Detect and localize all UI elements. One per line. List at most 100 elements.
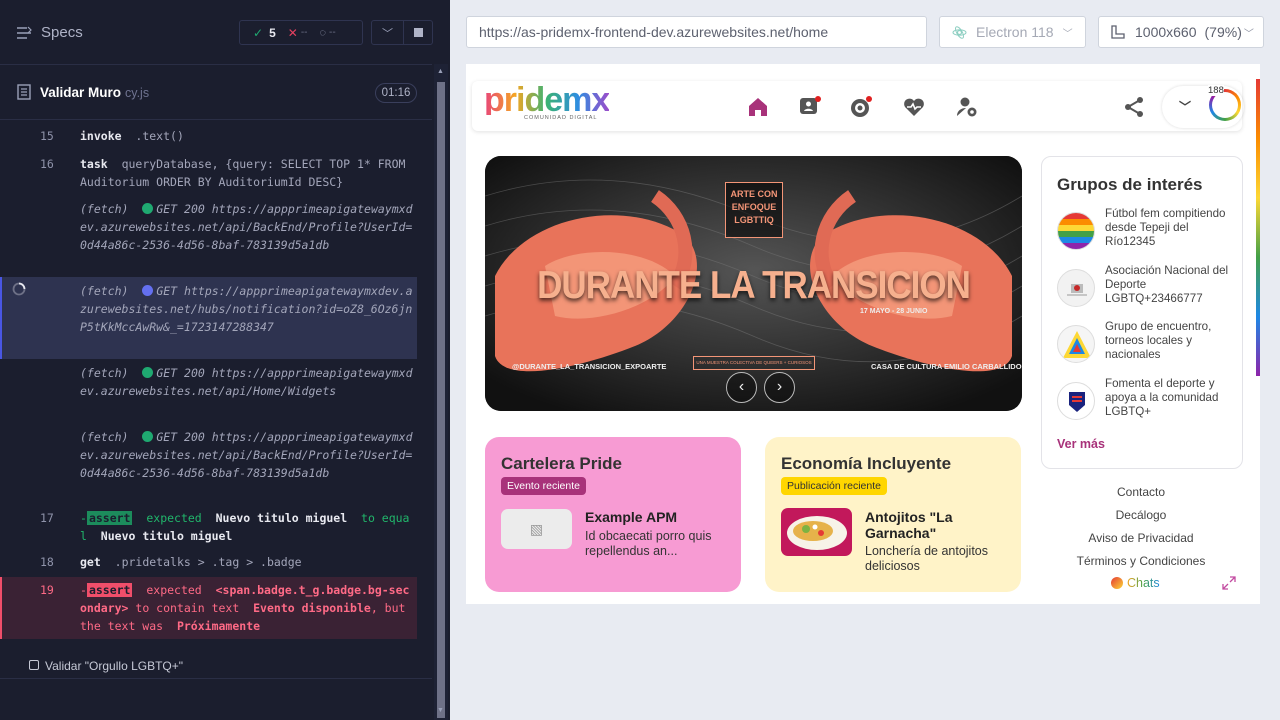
command-method: GET 200 bbox=[156, 366, 205, 380]
image-placeholder-icon: ▧ bbox=[501, 509, 572, 549]
hero-venue: CASA DE CULTURA EMILIO CARBALLIDO bbox=[871, 362, 1022, 371]
chat-user-icon[interactable] bbox=[798, 95, 822, 119]
command-row-failed[interactable]: 19 - assert expected <span.badge.t_g.badg… bbox=[0, 577, 417, 639]
card-item-title[interactable]: Example APM bbox=[585, 509, 677, 525]
expand-icon[interactable] bbox=[1222, 576, 1236, 590]
command-number: 19 bbox=[40, 583, 54, 597]
chevron-right-icon: › bbox=[776, 378, 783, 395]
economia-incluyente-card[interactable]: Economía Incluyente Publicación reciente… bbox=[765, 437, 1021, 592]
group-item[interactable]: Fomenta el deporte y apoya a la comunida… bbox=[1057, 377, 1237, 423]
chevron-down-icon: ﹀ bbox=[382, 27, 393, 40]
command-name: (fetch) bbox=[80, 202, 129, 216]
run-duration: 01:16 bbox=[375, 83, 417, 103]
group-item[interactable]: Asociación Nacional del Deporte LGBTQ+23… bbox=[1057, 264, 1237, 310]
viewport-size: 1000x660 bbox=[1135, 24, 1197, 40]
command-url: https://appprimeapigatewaymxdev.azureweb… bbox=[80, 366, 413, 398]
community-icon[interactable] bbox=[849, 95, 873, 119]
command-name: (fetch) bbox=[80, 430, 129, 444]
file-icon bbox=[17, 84, 31, 100]
assert-value: Nuevo titulo miguel bbox=[215, 511, 348, 525]
status-dot-icon bbox=[142, 431, 154, 442]
footer-terms-link[interactable]: Términos y Condiciones bbox=[1041, 554, 1241, 568]
profile-menu[interactable]: ﹀ 188 bbox=[1162, 85, 1244, 128]
assert-value: Próximamente bbox=[176, 619, 261, 633]
command-url: https://appprimeapigatewaymxdev.azureweb… bbox=[80, 284, 413, 334]
command-url: https://appprimeapigatewaymxdev.azureweb… bbox=[80, 430, 413, 480]
group-description: Fomenta el deporte y apoya a la comunida… bbox=[1105, 377, 1219, 418]
card-title: Cartelera Pride bbox=[501, 454, 622, 473]
see-more-link[interactable]: Ver más bbox=[1057, 437, 1105, 451]
viewport-selector[interactable]: 1000x660 (79%) ﹀ bbox=[1098, 16, 1264, 48]
command-name: assert bbox=[86, 511, 133, 525]
user-settings-icon[interactable] bbox=[955, 95, 979, 119]
food-photo bbox=[781, 508, 852, 556]
test-status-icon bbox=[29, 660, 39, 670]
scroll-down-icon: ▼ bbox=[437, 707, 444, 714]
chevron-left-icon: ‹ bbox=[738, 378, 745, 395]
assert-value: Evento disponible bbox=[253, 601, 371, 615]
command-log-scrollbar[interactable]: ▲ ▼ bbox=[434, 64, 448, 720]
command-number: 15 bbox=[40, 129, 54, 143]
check-icon: ✓ bbox=[253, 25, 264, 40]
pending-icon: ◌ bbox=[319, 26, 327, 39]
home-icon[interactable] bbox=[746, 95, 770, 119]
specs-header: Specs ✓ 5 ✕ -- ◌ -- ﹀ bbox=[0, 0, 450, 64]
group-avatar bbox=[1057, 212, 1095, 250]
card-item-title[interactable]: Antojitos "La Garnacha" bbox=[865, 509, 1015, 541]
health-heart-icon[interactable] bbox=[902, 95, 926, 119]
chat-bubble-icon bbox=[1111, 577, 1123, 589]
card-item-description: Lonchería de antojitos deliciosos bbox=[865, 544, 989, 573]
footer-decalogue-link[interactable]: Decálogo bbox=[1041, 508, 1241, 522]
url-text: https://as-pridemx-frontend-dev.azureweb… bbox=[479, 24, 829, 40]
hero-banner[interactable]: ARTE CON ENFOQUE LGBTTIQ DURANTE LA TRAN… bbox=[485, 156, 1022, 411]
url-bar[interactable]: https://as-pridemx-frontend-dev.azureweb… bbox=[466, 16, 927, 48]
chevron-down-icon: ﹀ bbox=[1243, 28, 1254, 40]
group-description: Fútbol fem compitiendo desde Tepeji del … bbox=[1105, 207, 1226, 248]
scroll-up-icon: ▲ bbox=[437, 68, 444, 75]
hero-title: DURANTE LA TRANSICION bbox=[537, 264, 971, 307]
assert-text: to contain text bbox=[135, 601, 240, 615]
stop-button[interactable] bbox=[403, 20, 433, 45]
groups-panel: Grupos de interés Fútbol fem compitiendo… bbox=[1041, 156, 1243, 469]
command-number: 17 bbox=[40, 511, 54, 525]
chevron-down-button[interactable]: ﹀ bbox=[371, 20, 404, 45]
assert-value: Nuevo titulo miguel bbox=[100, 529, 233, 543]
test-stats: ✓ 5 ✕ -- ◌ -- bbox=[239, 20, 363, 45]
cartelera-pride-card[interactable]: Cartelera Pride Evento reciente ▧ Exampl… bbox=[485, 437, 741, 592]
group-item[interactable]: Fútbol fem compitiendo desde Tepeji del … bbox=[1057, 207, 1237, 253]
command-name: assert bbox=[86, 583, 133, 597]
logo-subtitle: COMUNIDAD DIGITAL bbox=[524, 115, 598, 121]
status-dot-icon bbox=[142, 367, 154, 378]
share-icon[interactable] bbox=[1122, 95, 1146, 119]
pending-count: -- bbox=[329, 27, 336, 38]
chevron-down-icon: ﹀ bbox=[1062, 28, 1073, 40]
pridemx-logo[interactable]: pridemx COMUNIDAD DIGITAL bbox=[484, 83, 610, 121]
stop-icon bbox=[413, 28, 423, 37]
command-log: 15 invoke .text() 16 task queryDatabase,… bbox=[0, 121, 432, 651]
rainbow-scrollbar[interactable] bbox=[1256, 79, 1260, 376]
command-name: (fetch) bbox=[80, 366, 129, 380]
hero-dates: 17 MAYO - 28 JUNIO bbox=[860, 308, 928, 315]
group-avatar bbox=[1057, 382, 1095, 420]
footer-privacy-link[interactable]: Aviso de Privacidad bbox=[1041, 531, 1241, 545]
browser-selector[interactable]: Electron 118 ﹀ bbox=[939, 16, 1086, 48]
group-item[interactable]: Grupo de encuentro, torneos locales y na… bbox=[1057, 320, 1237, 366]
carousel-prev-button[interactable]: ‹ bbox=[726, 372, 757, 403]
carousel-next-button[interactable]: › bbox=[764, 372, 795, 403]
chats-button[interactable]: Chats bbox=[1111, 576, 1160, 590]
electron-icon bbox=[952, 25, 967, 39]
test-title: Validar "Orgullo LGBTQ+" bbox=[45, 659, 184, 673]
command-url: https://appprimeapigatewaymxdev.azureweb… bbox=[80, 202, 413, 252]
scrollbar-thumb[interactable] bbox=[437, 82, 445, 718]
command-name: get bbox=[80, 555, 101, 569]
ruler-icon bbox=[1111, 25, 1125, 39]
specs-list-icon bbox=[17, 26, 32, 39]
group-avatar bbox=[1057, 325, 1095, 363]
notification-count: 188 bbox=[1208, 85, 1224, 96]
command-row-active[interactable]: (fetch) GET https://appprimeapigatewaymx… bbox=[0, 277, 417, 359]
test-item[interactable]: Validar "Orgullo LGBTQ+" bbox=[0, 653, 432, 679]
browser-name: Electron 118 bbox=[976, 24, 1054, 40]
specs-toggle[interactable]: Specs bbox=[16, 24, 83, 41]
card-tag: Evento reciente bbox=[501, 477, 586, 495]
footer-contact-link[interactable]: Contacto bbox=[1041, 485, 1241, 499]
